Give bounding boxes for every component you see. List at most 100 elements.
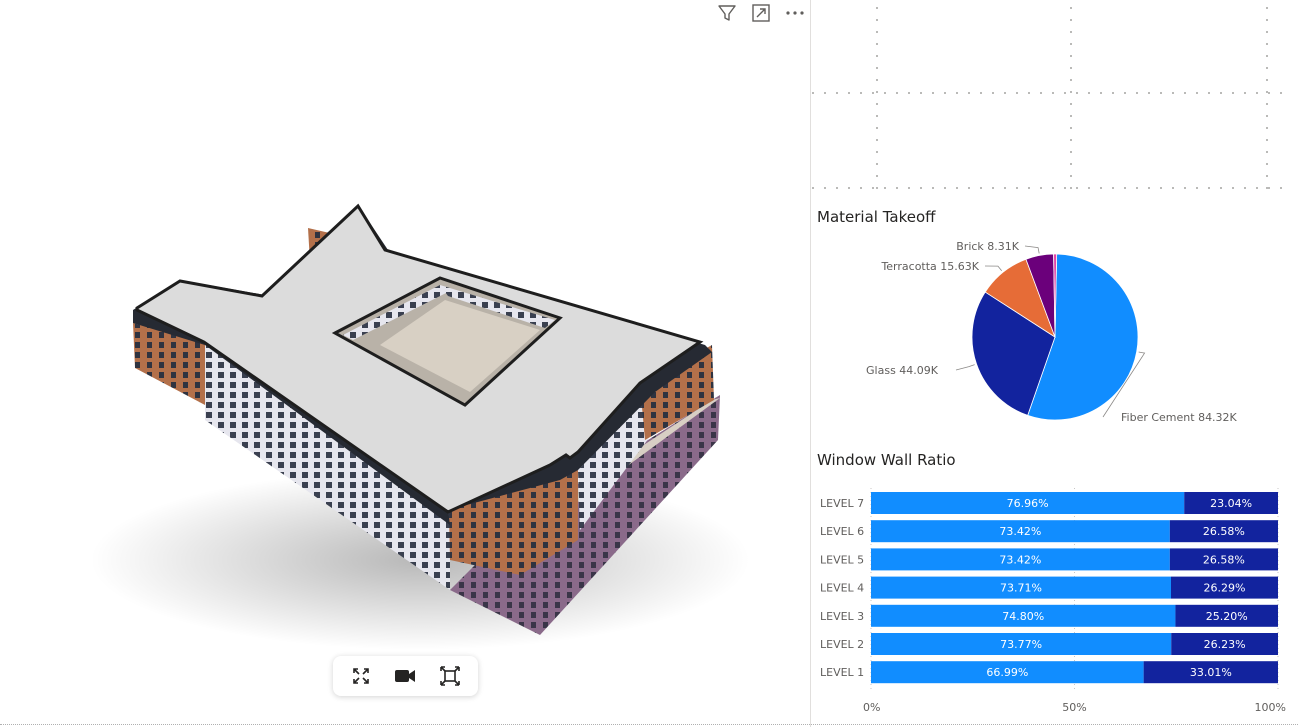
more-options-icon[interactable] [784, 2, 806, 24]
grid-dot [1266, 151, 1268, 153]
grid-dot [1064, 187, 1066, 189]
grid-dot [1266, 79, 1268, 81]
grid-dot [1136, 187, 1138, 189]
grid-dot [876, 139, 878, 141]
grid-dot [968, 92, 970, 94]
grid-dot [1266, 103, 1268, 105]
building-3d-model[interactable] [0, 0, 810, 727]
y-category-label: LEVEL 4 [820, 582, 864, 595]
grid-dot [1266, 163, 1268, 165]
window-wall-ratio-bar-chart[interactable]: LEVEL 7 76.96% 23.04% LEVEL 6 73.42% 26.58% LE… [811, 446, 1298, 727]
grid-dot [1088, 187, 1090, 189]
grid-dot [1266, 91, 1268, 93]
bar-data-label: 33.01% [1190, 666, 1232, 679]
x-tick-label: 100% [1255, 701, 1286, 714]
grid-dot [1070, 31, 1072, 33]
grid-dot [992, 92, 994, 94]
x-tick-label: 0% [863, 701, 880, 714]
grid-dot [1028, 187, 1030, 189]
bar-data-label: 73.42% [999, 553, 1041, 566]
grid-dot [1266, 43, 1268, 45]
grid-dot [876, 55, 878, 57]
grid-dot [1070, 151, 1072, 153]
grid-dot [1244, 187, 1246, 189]
grid-dot [1070, 139, 1072, 141]
grid-dot [1070, 127, 1072, 129]
grid-dot [1028, 92, 1030, 94]
grid-dot [876, 79, 878, 81]
grid-dot [1040, 92, 1042, 94]
bar-data-label: 26.58% [1203, 525, 1245, 538]
grid-dot [1220, 92, 1222, 94]
grid-dot [884, 92, 886, 94]
y-category-label: LEVEL 7 [820, 497, 864, 510]
grid-dot [1160, 92, 1162, 94]
camera-icon[interactable] [388, 661, 422, 691]
grid-dot [1266, 127, 1268, 129]
grid-dot [980, 187, 982, 189]
grid-dot [1124, 187, 1126, 189]
grid-dot [848, 92, 850, 94]
grid-dot [876, 163, 878, 165]
material-takeoff-pie-chart[interactable]: Fiber Cement 84.32K Glass 44.09K Terracott… [811, 196, 1298, 442]
grid-dot [944, 187, 946, 189]
grid-dot [1112, 187, 1114, 189]
grid-dot [896, 187, 898, 189]
reset-view-icon[interactable] [433, 661, 467, 691]
grid-dot [876, 31, 878, 33]
grid-dot [1196, 92, 1198, 94]
focus-mode-icon[interactable] [750, 2, 772, 24]
grid-dot [932, 187, 934, 189]
grid-dot [1266, 31, 1268, 33]
grid-dot [876, 151, 878, 153]
grid-dot [812, 187, 814, 189]
grid-dot [860, 92, 862, 94]
grid-dot [1070, 7, 1072, 9]
grid-dot [876, 67, 878, 69]
grid-dot [1052, 187, 1054, 189]
grid-dot [1184, 92, 1186, 94]
bar-data-label: 73.71% [1000, 582, 1042, 595]
grid-dot [1016, 92, 1018, 94]
grid-dot [1076, 187, 1078, 189]
filter-icon[interactable] [716, 2, 738, 24]
grid-dot [1232, 92, 1234, 94]
y-category-label: LEVEL 1 [820, 666, 864, 679]
grid-dot [876, 175, 878, 177]
grid-dot [1070, 115, 1072, 117]
bar-data-label: 25.20% [1206, 610, 1248, 623]
grid-dot [1266, 115, 1268, 117]
grid-dot [1070, 79, 1072, 81]
pie-leader-line [955, 364, 975, 371]
grid-dot [956, 92, 958, 94]
grid-dot [1184, 187, 1186, 189]
pie-data-label: Brick 8.31K [956, 240, 1020, 253]
grid-dot [1070, 19, 1072, 21]
grid-dot [812, 92, 814, 94]
grid-dot [980, 92, 982, 94]
bar-data-label: 26.58% [1203, 553, 1245, 566]
grid-dot [932, 92, 934, 94]
grid-dot [848, 187, 850, 189]
bar-data-label: 76.96% [1007, 497, 1049, 510]
grid-dot [992, 187, 994, 189]
grid-dot [1266, 7, 1268, 9]
model-viewer[interactable] [0, 0, 810, 727]
grid-dot [1064, 92, 1066, 94]
grid-dot [1244, 92, 1246, 94]
grid-dot [1070, 103, 1072, 105]
bar-data-label: 26.29% [1204, 582, 1246, 595]
fullscreen-icon[interactable] [344, 661, 378, 691]
grid-dot [876, 91, 878, 93]
grid-dot [1070, 163, 1072, 165]
pie-data-label: Terracotta 15.63K [880, 260, 979, 273]
grid-dot [920, 92, 922, 94]
pie-data-label: Fiber Cement 84.32K [1121, 411, 1238, 424]
grid-dot [1208, 92, 1210, 94]
grid-dot [956, 187, 958, 189]
grid-dot [1220, 187, 1222, 189]
grid-dot [1112, 92, 1114, 94]
bar-data-label: 73.42% [999, 525, 1041, 538]
grid-dot [1266, 139, 1268, 141]
visual-header [716, 2, 806, 24]
